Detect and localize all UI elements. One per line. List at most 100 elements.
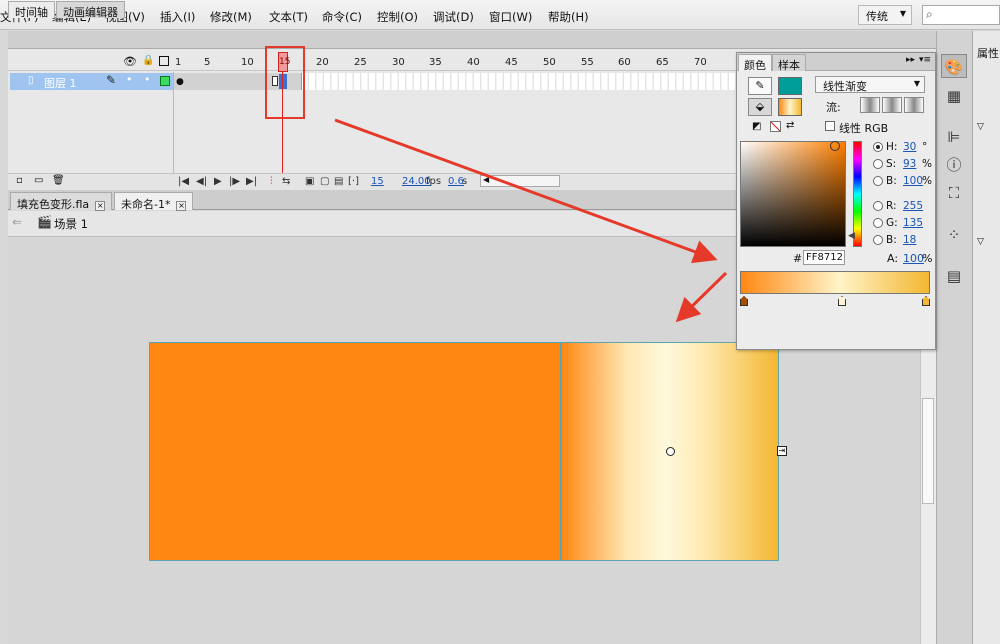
lock-dot[interactable]: • bbox=[144, 73, 151, 86]
layer-color-swatch[interactable] bbox=[160, 76, 170, 86]
edit-multiple-icon[interactable]: ▤ bbox=[334, 176, 343, 187]
gradient-definition-bar[interactable] bbox=[740, 271, 930, 294]
lock-icon[interactable]: 🔒 bbox=[142, 55, 154, 66]
flow-extend-button[interactable] bbox=[860, 97, 880, 113]
saturation-radio[interactable] bbox=[873, 159, 883, 169]
back-arrow-icon[interactable]: ⇐ bbox=[12, 215, 22, 229]
solid-orange-rectangle[interactable] bbox=[149, 342, 561, 561]
onion-outline-icon[interactable]: ▢ bbox=[320, 176, 329, 187]
time-unit: s bbox=[462, 176, 468, 187]
gradient-center-handle[interactable] bbox=[666, 447, 675, 456]
chevron-down-icon[interactable]: ▽ bbox=[977, 122, 984, 132]
menu-commands[interactable]: 命令(C) bbox=[322, 9, 362, 25]
align-icon[interactable]: ⊫ bbox=[941, 125, 967, 149]
center-frame-icon[interactable]: ⫶ bbox=[270, 176, 273, 187]
visibility-dot[interactable]: • bbox=[126, 73, 133, 86]
menu-text[interactable]: 文本(T) bbox=[269, 9, 308, 25]
library-icon[interactable]: ▤ bbox=[941, 264, 967, 288]
color-picker-cursor[interactable] bbox=[830, 141, 840, 151]
ruler-label: 35 bbox=[429, 57, 442, 68]
menu-control[interactable]: 控制(O) bbox=[377, 9, 418, 25]
onion-markers-icon[interactable]: [·] bbox=[348, 176, 359, 187]
menu-debug[interactable]: 调试(D) bbox=[433, 9, 474, 25]
chevron-down-icon: ▼ bbox=[899, 9, 906, 18]
keyframe-dot: ● bbox=[176, 77, 184, 87]
layer-icon: ▯ bbox=[28, 75, 34, 86]
green-value[interactable]: 135 bbox=[903, 217, 923, 229]
collapse-icon[interactable]: ▸▸ bbox=[906, 55, 915, 65]
menu-insert[interactable]: 插入(I) bbox=[160, 9, 195, 25]
components-icon[interactable]: ⁘ bbox=[941, 223, 967, 247]
tab-timeline[interactable]: 时间轴 bbox=[8, 1, 55, 19]
delete-icon[interactable]: 🗑 bbox=[52, 175, 65, 186]
eye-icon[interactable]: 👁 bbox=[123, 55, 137, 68]
linear-rgb-checkbox[interactable] bbox=[825, 121, 835, 131]
current-frame-value[interactable]: 15 bbox=[371, 176, 384, 187]
outline-icon[interactable] bbox=[159, 56, 169, 66]
red-value[interactable]: 255 bbox=[903, 200, 923, 212]
breadcrumb-scene[interactable]: 场景 1 bbox=[54, 216, 88, 232]
flow-reflect-button[interactable] bbox=[882, 97, 902, 113]
doc-tab-active[interactable]: 未命名-1* × bbox=[114, 192, 194, 211]
doc-tab[interactable]: 填充色变形.fla × bbox=[10, 192, 113, 211]
red-radio[interactable] bbox=[873, 201, 883, 211]
tab-color[interactable]: 颜色 bbox=[738, 54, 772, 72]
menu-help[interactable]: 帮助(H) bbox=[548, 9, 589, 25]
help-search-input[interactable]: ⌕ bbox=[922, 5, 1000, 25]
info-icon[interactable]: ⓘ bbox=[941, 153, 967, 177]
close-icon[interactable]: × bbox=[95, 201, 106, 211]
layer-name[interactable]: 图层 1 bbox=[44, 75, 77, 91]
properties-panel: 属性 ▽ ▽ bbox=[972, 31, 1000, 644]
next-frame-icon[interactable]: |▶ bbox=[229, 176, 240, 187]
transform-icon[interactable]: ⛶ bbox=[941, 181, 967, 205]
tab-swatches[interactable]: 样本 bbox=[772, 54, 806, 72]
loop-icon[interactable]: ⇆ bbox=[282, 176, 290, 187]
chevron-down-icon[interactable]: ▽ bbox=[977, 237, 984, 247]
swatches-icon[interactable]: ▦ bbox=[941, 84, 967, 108]
workspace-label: 传统 bbox=[866, 10, 888, 23]
alpha-value[interactable]: 100 bbox=[903, 252, 924, 265]
last-frame-icon[interactable]: ▶| bbox=[246, 176, 257, 187]
timeline-tab-bar bbox=[8, 31, 936, 49]
alpha-unit: % bbox=[922, 252, 933, 265]
alpha-label: A: bbox=[887, 252, 899, 265]
stroke-color-icon[interactable]: ✎ bbox=[748, 77, 772, 95]
black-white-icon[interactable]: ◩ bbox=[752, 121, 761, 132]
workspace-switcher[interactable]: 传统 ▼ bbox=[858, 5, 912, 25]
flow-repeat-button[interactable] bbox=[904, 97, 924, 113]
blue-label: B: bbox=[886, 234, 897, 246]
menu-modify[interactable]: 修改(M) bbox=[210, 9, 252, 25]
gradient-width-handle[interactable]: ⇥ bbox=[777, 446, 787, 456]
saturation-brightness-picker[interactable] bbox=[740, 141, 846, 247]
onion-skin-icon[interactable]: ▣ bbox=[305, 176, 314, 187]
swap-colors-icon[interactable]: ⇄ bbox=[786, 120, 794, 131]
scrollbar-thumb[interactable] bbox=[922, 398, 934, 504]
blue-value[interactable]: 18 bbox=[903, 234, 916, 246]
tab-motion-editor[interactable]: 动画编辑器 bbox=[56, 1, 125, 19]
hex-input[interactable]: FF8712 bbox=[803, 250, 845, 265]
green-radio[interactable] bbox=[873, 218, 883, 228]
saturation-value[interactable]: 93 bbox=[903, 158, 916, 170]
panel-menu-icon[interactable]: ▾≡ bbox=[919, 55, 931, 65]
play-icon[interactable]: ▶ bbox=[214, 176, 222, 187]
fill-bucket-icon[interactable]: ⬙ bbox=[748, 98, 772, 116]
menu-window[interactable]: 窗口(W) bbox=[489, 9, 532, 25]
timeline-scrollbar[interactable]: ◀ bbox=[480, 175, 560, 187]
hue-radio[interactable] bbox=[873, 142, 883, 152]
blue-radio[interactable] bbox=[873, 235, 883, 245]
new-layer-icon[interactable]: ▫ bbox=[16, 175, 23, 186]
no-color-icon[interactable] bbox=[770, 121, 781, 132]
hue-slider-handle[interactable]: ◀ bbox=[848, 231, 855, 241]
layer-row[interactable]: ▯ 图层 1 ✎ • • bbox=[10, 73, 174, 90]
close-icon[interactable]: × bbox=[176, 201, 187, 211]
new-folder-icon[interactable]: ▭ bbox=[34, 175, 43, 186]
brightness-value[interactable]: 100 bbox=[903, 175, 923, 187]
fill-type-select[interactable]: 线性渐变 ▼ bbox=[815, 76, 925, 93]
prev-frame-icon[interactable]: ◀| bbox=[196, 176, 207, 187]
stroke-color-swatch[interactable] bbox=[778, 77, 802, 95]
fill-color-swatch[interactable] bbox=[778, 98, 802, 116]
color-panel-icon[interactable]: 🎨 bbox=[941, 54, 967, 78]
hue-value[interactable]: 30 bbox=[903, 141, 916, 153]
first-frame-icon[interactable]: |◀ bbox=[178, 176, 189, 187]
brightness-radio[interactable] bbox=[873, 176, 883, 186]
